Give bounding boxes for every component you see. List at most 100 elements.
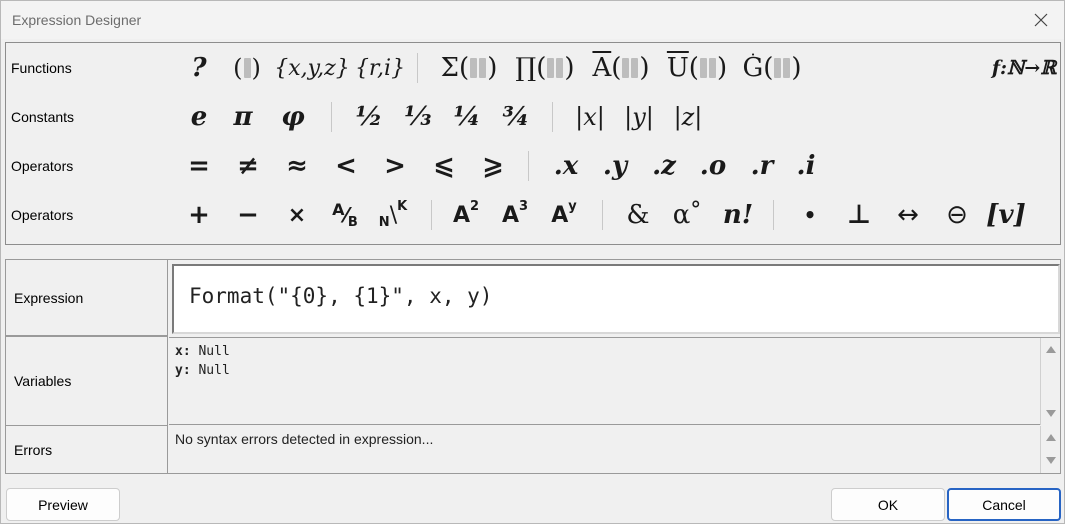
ok-button[interactable]: OK — [831, 488, 945, 521]
union-symbol: U — [666, 53, 689, 83]
less-equal-button[interactable]: ⩽ — [429, 146, 459, 186]
equals-button[interactable]: = — [184, 146, 214, 186]
expression-label: Expression — [6, 260, 168, 336]
pi-button[interactable]: π — [228, 97, 258, 137]
dot-r-button[interactable]: .r — [744, 146, 780, 186]
close-icon — [1034, 13, 1048, 27]
product-button[interactable]: ∏() — [508, 48, 582, 88]
binomial-stroke-icon: \ — [389, 202, 398, 228]
abs-y-button[interactable]: |y| — [621, 97, 657, 137]
angle-button[interactable]: α ° — [668, 195, 706, 235]
separator — [528, 151, 529, 181]
placeholder-icon — [243, 58, 251, 78]
parentheses-button[interactable]: () — [226, 48, 268, 88]
fraction-button[interactable]: A ⁄ B — [328, 195, 362, 235]
errors-text: No syntax errors detected in expression.… — [169, 426, 1060, 473]
e-button[interactable]: e — [184, 97, 214, 137]
variables-label: Variables — [6, 336, 168, 426]
placeholder-icon — [699, 58, 707, 78]
variables-list[interactable]: x: Null y: Null — [169, 337, 1060, 425]
set-button[interactable]: {x,y,z} — [274, 48, 350, 88]
expression-grid: Expression Format("{0}, {1}", x, y) Vari… — [5, 259, 1061, 474]
three-quarters-button[interactable]: ¾ — [500, 97, 532, 137]
gradient-symbol: G · — [742, 45, 763, 83]
less-than-button[interactable]: < — [331, 146, 361, 186]
variable-row: x: Null — [175, 342, 1060, 361]
variable-colon: : — [182, 344, 191, 359]
not-equal-button[interactable]: ≠ — [233, 146, 263, 186]
minus-button[interactable]: − — [233, 195, 263, 235]
variable-value: Null — [198, 344, 230, 359]
separator — [552, 102, 553, 132]
power-button[interactable]: Ay — [548, 195, 580, 235]
square-button[interactable]: A2 — [450, 195, 482, 235]
placeholder-icon — [470, 58, 478, 78]
vector-button[interactable]: [v] — [986, 195, 1026, 235]
preview-button[interactable]: Preview — [6, 488, 120, 521]
question-button[interactable]: ? — [184, 48, 214, 88]
third-button[interactable]: ⅓ — [402, 97, 434, 137]
functions-row: Functions ? () {x,y,z} {r,i} Σ() ∏() A()… — [6, 44, 1060, 93]
variable-name: y — [175, 363, 183, 378]
fraction-numerator: A — [332, 199, 345, 219]
scroll-down-icon[interactable] — [1046, 457, 1056, 464]
cube-button[interactable]: A3 — [499, 195, 531, 235]
power-exponent: y — [568, 198, 577, 214]
map-button[interactable]: f:ℕ→ℝ — [991, 48, 1057, 88]
greater-than-button[interactable]: > — [380, 146, 410, 186]
errors-scrollbar[interactable] — [1040, 426, 1060, 473]
dot-i-button[interactable]: .i — [791, 146, 821, 186]
expression-input[interactable]: Format("{0}, {1}", x, y) — [172, 264, 1060, 334]
mean-button[interactable]: A() — [584, 48, 658, 88]
plus-button[interactable]: + — [184, 195, 214, 235]
placeholder-icon — [556, 58, 564, 78]
placeholder-icon — [479, 58, 487, 78]
phi-button[interactable]: φ — [278, 97, 308, 137]
separator — [417, 53, 418, 83]
window-title: Expression Designer — [12, 12, 142, 28]
half-button[interactable]: ½ — [353, 97, 385, 137]
dot-product-button[interactable]: • — [795, 195, 825, 235]
variables-scrollbar[interactable] — [1040, 338, 1060, 425]
fraction-denominator: B — [347, 214, 358, 230]
degree-icon: ° — [690, 197, 702, 223]
sum-button[interactable]: Σ() — [433, 48, 505, 88]
scroll-up-icon[interactable] — [1046, 346, 1056, 353]
power-base: A — [551, 202, 569, 228]
factorial-button[interactable]: n! — [718, 195, 758, 235]
ominus-button[interactable]: ⊖ — [942, 195, 972, 235]
placeholder-icon — [547, 58, 555, 78]
binomial-button[interactable]: N \ K — [376, 195, 410, 235]
dot-z-button[interactable]: .z — [646, 146, 682, 186]
power-exponent: 2 — [469, 198, 480, 214]
variable-name: x — [175, 344, 183, 359]
cancel-button[interactable]: Cancel — [947, 488, 1061, 521]
scroll-up-icon[interactable] — [1046, 434, 1056, 441]
placeholder-icon — [622, 58, 630, 78]
gradient-button[interactable]: G ·() — [736, 45, 808, 88]
polar-button[interactable]: {r,i} — [355, 48, 405, 88]
greater-equal-button[interactable]: ⩾ — [478, 146, 508, 186]
scroll-down-icon[interactable] — [1046, 410, 1056, 417]
ampersand-button[interactable]: & — [622, 195, 654, 235]
abs-x-button[interactable]: |x| — [572, 97, 608, 137]
dot-y-button[interactable]: .y — [597, 146, 633, 186]
approx-button[interactable]: ≈ — [282, 146, 312, 186]
close-button[interactable] — [1018, 1, 1064, 39]
dot-x-button[interactable]: .x — [548, 146, 584, 186]
abs-z-button[interactable]: |z| — [670, 97, 706, 137]
quarter-button[interactable]: ¼ — [451, 97, 483, 137]
dot-o-button[interactable]: .o — [695, 146, 731, 186]
placeholder-icon — [708, 58, 716, 78]
double-arrow-button[interactable]: ↔ — [893, 195, 923, 235]
union-button[interactable]: U() — [660, 48, 734, 88]
operators-row-2: Operators + − × A ⁄ B N \ K A2 A3 Ay & α ° n!… — [6, 191, 1060, 240]
errors-label: Errors — [6, 426, 168, 473]
times-button[interactable]: × — [282, 195, 312, 235]
separator — [331, 102, 332, 132]
perpendicular-button[interactable]: ⊥ — [844, 195, 874, 235]
functions-label: Functions — [11, 60, 72, 76]
mean-symbol: A — [592, 53, 612, 83]
power-base: A — [452, 202, 470, 228]
binomial-n: N — [378, 214, 390, 230]
